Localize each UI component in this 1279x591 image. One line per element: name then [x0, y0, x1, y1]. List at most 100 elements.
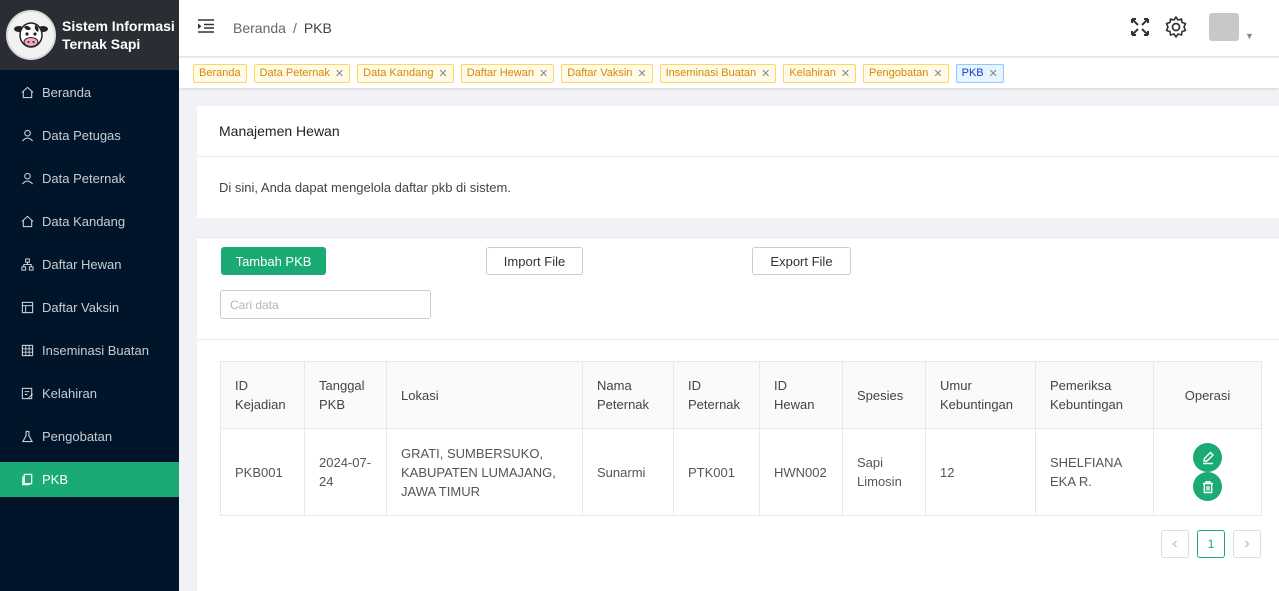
- copy-icon: [20, 473, 34, 487]
- cell-id-hewan: HWN002: [759, 428, 843, 516]
- col-header: Umur Kebuntingan: [925, 361, 1036, 429]
- sidebar-item-pkb[interactable]: PKB: [0, 462, 179, 497]
- sidebar-item-label: Inseminasi Buatan: [42, 343, 149, 358]
- app-title: Sistem Informasi Ternak Sapi: [62, 17, 175, 53]
- breadcrumb-home[interactable]: Beranda: [233, 20, 286, 36]
- tag-label: Inseminasi Buatan: [665, 67, 757, 79]
- close-icon[interactable]: ✕: [335, 67, 344, 80]
- tag-data-peternak[interactable]: Data Peternak ✕: [253, 63, 351, 83]
- cell-lokasi: GRATI, SUMBERSUKO, KABUPATEN LUMAJANG, J…: [386, 428, 583, 516]
- sidebar-item-label: Pengobatan: [42, 429, 113, 444]
- close-icon[interactable]: ✕: [933, 67, 942, 80]
- tag-inseminasi-buatan[interactable]: Inseminasi Buatan ✕: [659, 63, 777, 83]
- breadcrumb: Beranda / PKB: [233, 20, 332, 36]
- cluster-icon: [20, 258, 34, 272]
- calendar-icon: [20, 301, 34, 315]
- cell-id-kejadian: PKB001: [220, 428, 305, 516]
- sidebar-item-daftar-vaksin[interactable]: Daftar Vaksin: [0, 290, 179, 325]
- home-icon: [20, 215, 34, 229]
- col-header: Pemeriksa Kebuntingan: [1035, 361, 1154, 429]
- chevron-left-icon: [1172, 540, 1177, 548]
- cell-umur: 12: [925, 428, 1036, 516]
- toolbar: Tambah PKB Import File Export File: [197, 238, 1279, 340]
- col-header: Spesies: [842, 361, 926, 429]
- add-pkb-button[interactable]: Tambah PKB: [221, 247, 326, 275]
- sidebar-item-data-kandang[interactable]: Data Kandang: [0, 204, 179, 239]
- tag-pengobatan[interactable]: Pengobatan ✕: [863, 63, 949, 83]
- pkb-table: ID Kejadian Tanggal PKB Lokasi Nama Pete…: [220, 361, 1262, 516]
- tag-daftar-vaksin[interactable]: Daftar Vaksin ✕: [561, 63, 653, 83]
- sidebar-item-label: Data Petugas: [42, 128, 121, 143]
- close-icon[interactable]: ✕: [637, 67, 646, 80]
- form-icon: [20, 387, 34, 401]
- sidebar-item-label: Data Kandang: [42, 214, 126, 229]
- tag-label: Daftar Vaksin: [567, 67, 633, 79]
- col-header: Operasi: [1153, 361, 1262, 429]
- app-title-line2: Ternak Sapi: [62, 36, 141, 52]
- tag-label: Daftar Hewan: [466, 67, 534, 79]
- close-icon[interactable]: ✕: [438, 67, 447, 80]
- logo-bar: Sistem Informasi Ternak Sapi: [0, 0, 179, 70]
- delete-icon: [1202, 480, 1213, 493]
- tag-pkb[interactable]: PKB ✕: [955, 63, 1004, 83]
- close-icon[interactable]: ✕: [539, 67, 548, 80]
- user-icon: [20, 172, 34, 186]
- sidebar-item-label: Daftar Vaksin: [42, 300, 120, 315]
- tag-daftar-hewan[interactable]: Daftar Hewan ✕: [460, 63, 555, 83]
- cell-nama-peternak: Sunarmi: [582, 428, 674, 516]
- col-header: Nama Peternak: [582, 361, 674, 429]
- tag-label: Data Peternak: [259, 67, 330, 79]
- sidebar-item-label: Beranda: [42, 85, 92, 100]
- close-icon[interactable]: ✕: [989, 67, 998, 80]
- search-input[interactable]: [220, 290, 431, 319]
- prev-page-button[interactable]: [1161, 530, 1189, 558]
- tag-data-kandang[interactable]: Data Kandang ✕: [357, 63, 454, 83]
- sidebar-item-beranda[interactable]: Beranda: [0, 75, 179, 110]
- gear-icon[interactable]: [1164, 15, 1188, 39]
- col-header: Tanggal PKB: [304, 361, 387, 429]
- page-1-button[interactable]: 1: [1197, 530, 1225, 558]
- sidebar-item-label: Kelahiran: [42, 386, 97, 401]
- sidebar-item-daftar-hewan[interactable]: Daftar Hewan: [0, 247, 179, 282]
- edit-button[interactable]: [1193, 443, 1222, 472]
- edit-icon: [1202, 451, 1214, 464]
- sidebar-item-label: PKB: [42, 472, 69, 487]
- sidebar-item-data-petugas[interactable]: Data Petugas: [0, 118, 179, 153]
- chevron-right-icon: [1245, 540, 1250, 548]
- menu-fold-icon[interactable]: [197, 17, 215, 35]
- sidebar-item-data-peternak[interactable]: Data Peternak: [0, 161, 179, 196]
- tag-beranda[interactable]: Beranda: [193, 63, 247, 83]
- sidebar-menu: Beranda Data Petugas Data Peternak Data …: [0, 75, 179, 497]
- intro-card: Manajemen Hewan Di sini, Anda dapat meng…: [197, 106, 1279, 218]
- sidebar-item-label: Data Peternak: [42, 171, 126, 186]
- sidebar-item-inseminasi-buatan[interactable]: Inseminasi Buatan: [0, 333, 179, 368]
- tag-label: Beranda: [199, 67, 241, 79]
- col-header: Lokasi: [386, 361, 583, 429]
- tag-label: Data Kandang: [363, 67, 434, 79]
- import-file-button[interactable]: Import File: [486, 247, 583, 275]
- home-icon: [20, 86, 34, 100]
- cow-logo-icon: [6, 10, 56, 60]
- close-icon[interactable]: ✕: [841, 67, 850, 80]
- sidebar-item-kelahiran[interactable]: Kelahiran: [0, 376, 179, 411]
- cell-pemeriksa: SHELFIANA EKA R.: [1035, 428, 1154, 516]
- delete-button[interactable]: [1193, 472, 1222, 501]
- caret-down-icon[interactable]: ▼: [1245, 31, 1254, 41]
- sidebar-item-label: Daftar Hewan: [42, 257, 122, 272]
- sidebar-item-pengobatan[interactable]: Pengobatan: [0, 419, 179, 454]
- tag-kelahiran[interactable]: Kelahiran ✕: [783, 63, 857, 83]
- breadcrumb-current: PKB: [303, 20, 332, 36]
- app-title-line1: Sistem Informasi: [62, 18, 175, 34]
- sidebar: Sistem Informasi Ternak Sapi Beranda Dat…: [0, 0, 179, 591]
- fullscreen-icon[interactable]: [1128, 15, 1152, 39]
- next-page-button[interactable]: [1233, 530, 1261, 558]
- export-file-button[interactable]: Export File: [752, 247, 851, 275]
- table-row: PKB001 2024-07-24 GRATI, SUMBERSUKO, KAB…: [220, 428, 1262, 516]
- cell-id-peternak: PTK001: [673, 428, 760, 516]
- page-title: Manajemen Hewan: [197, 106, 1279, 157]
- tag-label: Pengobatan: [869, 67, 929, 79]
- avatar[interactable]: [1209, 13, 1239, 41]
- close-icon[interactable]: ✕: [761, 67, 770, 80]
- table-icon: [20, 344, 34, 358]
- breadcrumb-separator: /: [292, 20, 297, 36]
